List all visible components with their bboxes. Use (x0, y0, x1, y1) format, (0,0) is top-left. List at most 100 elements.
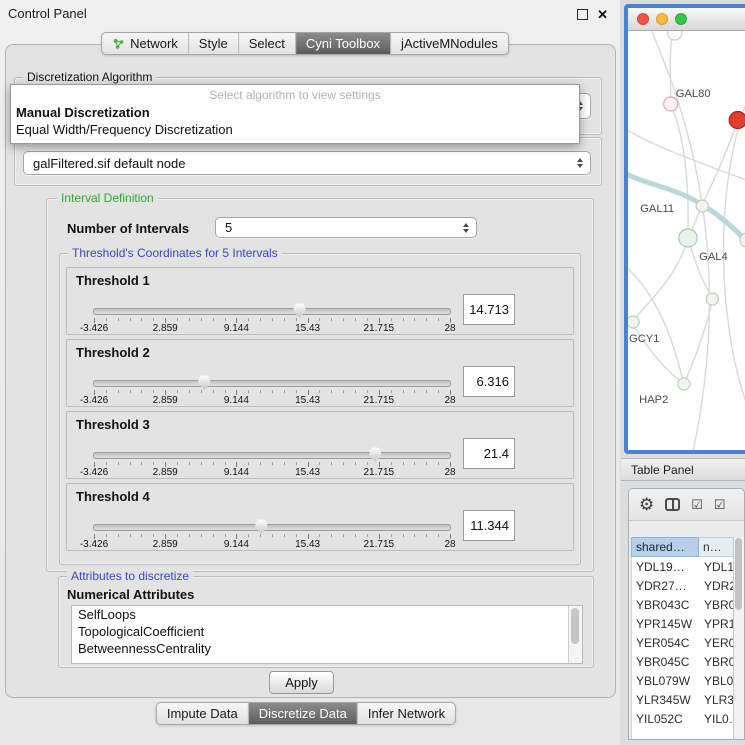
network-node[interactable] (668, 31, 682, 40)
table-cell: YDL19… (632, 560, 700, 574)
tab-cyni-toolbox[interactable]: Cyni Toolbox (295, 33, 390, 54)
scale-label: 21.715 (364, 539, 395, 550)
scale-label: 21.715 (364, 395, 395, 406)
threshold-value-field[interactable]: 11.344 (463, 510, 515, 541)
scale-label: 21.715 (364, 467, 395, 478)
slider-scale-labels: -3.4262.8599.14415.4321.71528 (94, 323, 450, 334)
apply-button[interactable]: Apply (269, 671, 334, 694)
threshold-value-field[interactable]: 14.713 (463, 294, 515, 325)
attributes-group-title: Attributes to discretize (67, 569, 193, 583)
table-cell: YBL079W (632, 674, 700, 688)
select-all-columns-icon[interactable]: ☑ (714, 498, 726, 511)
table-row[interactable]: YBR045CYBR0… (632, 652, 734, 671)
tab-impute-data[interactable]: Impute Data (157, 703, 248, 724)
threshold-slider[interactable] (93, 308, 451, 315)
algorithm-option-manual[interactable]: Manual Discretization (11, 104, 579, 121)
column-header-shared-name[interactable]: shared… (631, 537, 699, 557)
network-node[interactable] (678, 378, 690, 390)
list-item[interactable]: SelfLoops (72, 606, 582, 623)
slider-thumb-icon[interactable] (254, 519, 268, 534)
table-row[interactable]: YDL19…YDL1… (632, 557, 734, 576)
control-panel-titlebar[interactable]: Control Panel ✕ (0, 0, 620, 26)
tab-network[interactable]: Network (102, 33, 188, 54)
tab-select[interactable]: Select (238, 33, 295, 54)
tab-jactivemnodules[interactable]: jActiveMNodules (390, 33, 508, 54)
tab-label: Impute Data (167, 706, 238, 721)
scale-label: 15.43 (295, 539, 320, 550)
attributes-scrollbar[interactable] (568, 606, 582, 663)
threshold-panel: Threshold 3 -3.4262.8599.14415.4321.7152… (66, 411, 574, 479)
table-cell: YDR27… (632, 579, 700, 593)
columns-icon[interactable] (665, 498, 680, 511)
num-intervals-combobox[interactable]: 5 (215, 217, 477, 238)
minimize-traffic-light-icon[interactable] (656, 13, 668, 25)
control-panel-window: Control Panel ✕ Network Style Select Cyni T… (0, 0, 621, 745)
table-row[interactable]: YIL052CYIL0… (632, 709, 734, 728)
zoom-traffic-light-icon[interactable] (675, 13, 687, 25)
interval-definition-group: Interval Definition Number of Intervals … (46, 198, 594, 572)
slider-scale-labels: -3.4262.8599.14415.4321.71528 (94, 395, 450, 406)
interval-definition-title: Interval Definition (57, 191, 158, 205)
scale-label: 28 (444, 395, 455, 406)
table-cell: YPR1… (700, 617, 734, 631)
tab-infer-network[interactable]: Infer Network (357, 703, 455, 724)
threshold-label: Threshold 2 (76, 345, 150, 360)
table-cell: YER054C (632, 636, 700, 650)
scale-label: 2.859 (153, 539, 178, 550)
table-cell: YDL1… (700, 560, 734, 574)
close-window-icon[interactable]: ✕ (597, 8, 608, 21)
network-canvas[interactable]: GAL80GAL11GAL4GCY1HAP2 (628, 31, 745, 450)
network-node-label: HAP2 (639, 394, 668, 406)
tab-label: jActiveMNodules (401, 36, 498, 51)
close-traffic-light-icon[interactable] (637, 13, 649, 25)
network-canvas-area: GAL80GAL11GAL4GCY1HAP2 (628, 31, 745, 450)
tab-label: Style (199, 36, 228, 51)
tab-style[interactable]: Style (188, 33, 238, 54)
table-window: ⚙ ☑ ☑ shared… n… YDL19…YDL1…YDR27…YDR2…Y… (628, 488, 745, 740)
column-header-name[interactable]: n… (699, 537, 734, 557)
network-node[interactable] (696, 200, 708, 212)
table-row[interactable]: YER054CYER0… (632, 633, 734, 652)
network-node[interactable] (628, 316, 639, 328)
slider-thumb-icon[interactable] (197, 375, 211, 390)
scale-label: 15.43 (295, 395, 320, 406)
slider-thumb-icon[interactable] (368, 447, 382, 462)
table-row[interactable]: YBR043CYBR0… (632, 595, 734, 614)
scrollbar-thumb[interactable] (735, 538, 742, 610)
scale-label: 21.715 (364, 323, 395, 334)
table-row[interactable]: YBL079WYBL0… (632, 671, 734, 690)
table-cell: YBR043C (632, 598, 700, 612)
threshold-label: Threshold 3 (76, 417, 150, 432)
tab-discretize-data[interactable]: Discretize Data (248, 703, 357, 724)
attributes-list[interactable]: SelfLoopsTopologicalCoefficientBetweenne… (71, 605, 583, 664)
network-node[interactable] (706, 293, 718, 305)
gear-icon[interactable]: ⚙ (639, 496, 654, 513)
table-scrollbar[interactable] (733, 537, 744, 739)
list-item[interactable]: BetweennessCentrality (72, 640, 582, 657)
network-node-selected[interactable] (729, 112, 745, 129)
threshold-slider[interactable] (93, 524, 451, 531)
scale-label: 15.43 (295, 323, 320, 334)
tab-label: Select (249, 36, 285, 51)
table-cell: YPR145W (632, 617, 700, 631)
table-row[interactable]: YPR145WYPR1… (632, 614, 734, 633)
select-columns-icon[interactable]: ☑ (691, 498, 703, 511)
algorithm-option-equal-width[interactable]: Equal Width/Frequency Discretization (11, 121, 579, 138)
scale-label: 9.144 (224, 539, 249, 550)
list-item[interactable]: TopologicalCoefficient (72, 623, 582, 640)
network-node[interactable] (679, 229, 697, 247)
slider-thumb-icon[interactable] (292, 303, 306, 318)
table-panel-titlebar[interactable]: Table Panel (621, 458, 745, 481)
threshold-value-field[interactable]: 21.4 (463, 438, 515, 469)
table-row[interactable]: YDR27…YDR2… (632, 576, 734, 595)
numerical-attributes-label: Numerical Attributes (67, 587, 194, 602)
table-row[interactable]: YLR345WYLR3… (632, 690, 734, 709)
threshold-slider[interactable] (93, 452, 451, 459)
threshold-slider[interactable] (93, 380, 451, 387)
network-titlebar[interactable] (628, 8, 745, 31)
scrollbar-thumb[interactable] (571, 608, 579, 644)
threshold-value-field[interactable]: 6.316 (463, 366, 515, 397)
float-window-icon[interactable] (577, 9, 588, 20)
scale-label: 15.43 (295, 467, 320, 478)
table-data-combobox[interactable]: galFiltered.sif default node (23, 151, 591, 175)
